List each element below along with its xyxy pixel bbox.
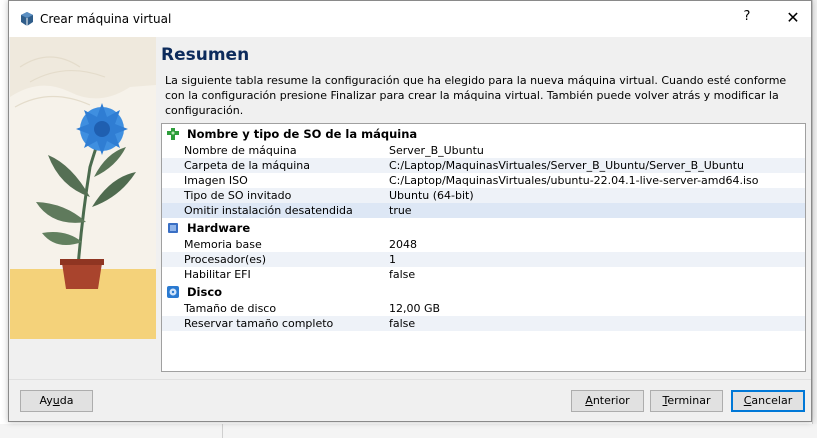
row-value: false xyxy=(389,317,416,330)
back-button[interactable]: Anterior xyxy=(571,390,644,412)
puzzle-icon xyxy=(167,128,179,140)
table-row[interactable]: Tamaño de disco 12,00 GB xyxy=(162,301,805,316)
row-value: 2048 xyxy=(389,238,417,251)
row-key: Imagen ISO xyxy=(184,174,248,187)
window-title: Crear máquina virtual xyxy=(40,12,172,26)
table-row[interactable]: Reservar tamaño completo false xyxy=(162,316,805,331)
background-divider xyxy=(222,424,223,438)
row-key: Memoria base xyxy=(184,238,262,251)
section-hardware: Hardware xyxy=(162,218,805,237)
close-button[interactable]: ✕ xyxy=(782,7,804,29)
button-label: da xyxy=(59,394,74,407)
button-mnemonic: A xyxy=(585,394,593,407)
section-title: Hardware xyxy=(187,221,251,235)
row-key: Tipo de SO invitado xyxy=(184,189,292,202)
chip-icon xyxy=(168,223,178,233)
table-row-selected[interactable]: Omitir instalación desatendida true xyxy=(162,203,805,218)
section-title: Nombre y tipo de SO de la máquina xyxy=(187,127,418,141)
row-value: 12,00 GB xyxy=(389,302,441,315)
background-window-edge xyxy=(812,0,817,438)
row-value: C:/Laptop/MaquinasVirtuales/ubuntu-22.04… xyxy=(389,174,759,187)
button-label: Ay xyxy=(39,394,53,407)
table-row[interactable]: Procesador(es) 1 xyxy=(162,252,805,267)
row-value: Server_B_Ubuntu xyxy=(389,144,484,157)
help-question-button[interactable]: ? xyxy=(739,9,755,29)
row-value: false xyxy=(389,268,416,281)
table-row[interactable]: Imagen ISO C:/Laptop/MaquinasVirtuales/u… xyxy=(162,173,805,188)
row-key: Tamaño de disco xyxy=(184,302,277,315)
row-value: Ubuntu (64-bit) xyxy=(389,189,474,202)
row-key: Procesador(es) xyxy=(184,253,267,266)
row-key: Omitir instalación desatendida xyxy=(184,204,353,217)
button-label: nterior xyxy=(592,394,630,407)
footer-divider xyxy=(9,379,811,380)
row-key: Habilitar EFI xyxy=(184,268,251,281)
cancel-button[interactable]: Cancelar xyxy=(731,390,805,412)
summary-table[interactable]: Nombre y tipo de SO de la máquina Nombre… xyxy=(161,123,806,372)
page-title: Resumen xyxy=(161,45,250,65)
row-value: C:/Laptop/MaquinasVirtuales/Server_B_Ubu… xyxy=(389,159,744,172)
virtualbox-icon xyxy=(21,12,33,26)
page-description: La siguiente tabla resume la configuraci… xyxy=(165,74,787,117)
help-button[interactable]: Ayuda xyxy=(20,390,93,412)
table-row[interactable]: Habilitar EFI false xyxy=(162,267,805,282)
dialog-window: Crear máquina virtual ? ✕ Resumen La sig… xyxy=(8,0,812,422)
finish-button[interactable]: Terminar xyxy=(650,390,723,412)
row-value: true xyxy=(389,204,412,217)
row-key: Carpeta de la máquina xyxy=(184,159,310,172)
table-row[interactable]: Nombre de máquina Server_B_Ubuntu xyxy=(162,143,805,158)
section-disk: Disco xyxy=(162,282,805,301)
button-label: erminar xyxy=(667,394,711,407)
row-key: Nombre de máquina xyxy=(184,144,297,157)
row-key: Reservar tamaño completo xyxy=(184,317,334,330)
background-desktop xyxy=(0,424,817,438)
button-mnemonic: u xyxy=(52,394,60,407)
title-bar[interactable]: Crear máquina virtual ? ✕ xyxy=(9,1,811,37)
table-row[interactable]: Carpeta de la máquina C:/Laptop/Maquinas… xyxy=(162,158,805,173)
table-row[interactable]: Tipo de SO invitado Ubuntu (64-bit) xyxy=(162,188,805,203)
wizard-illustration xyxy=(10,37,156,339)
section-name-os: Nombre y tipo de SO de la máquina xyxy=(162,124,805,143)
button-label: ancelar xyxy=(751,394,793,407)
row-value: 1 xyxy=(389,253,396,266)
disk-icon xyxy=(167,286,179,298)
section-title: Disco xyxy=(187,285,223,299)
table-row[interactable]: Memoria base 2048 xyxy=(162,237,805,252)
